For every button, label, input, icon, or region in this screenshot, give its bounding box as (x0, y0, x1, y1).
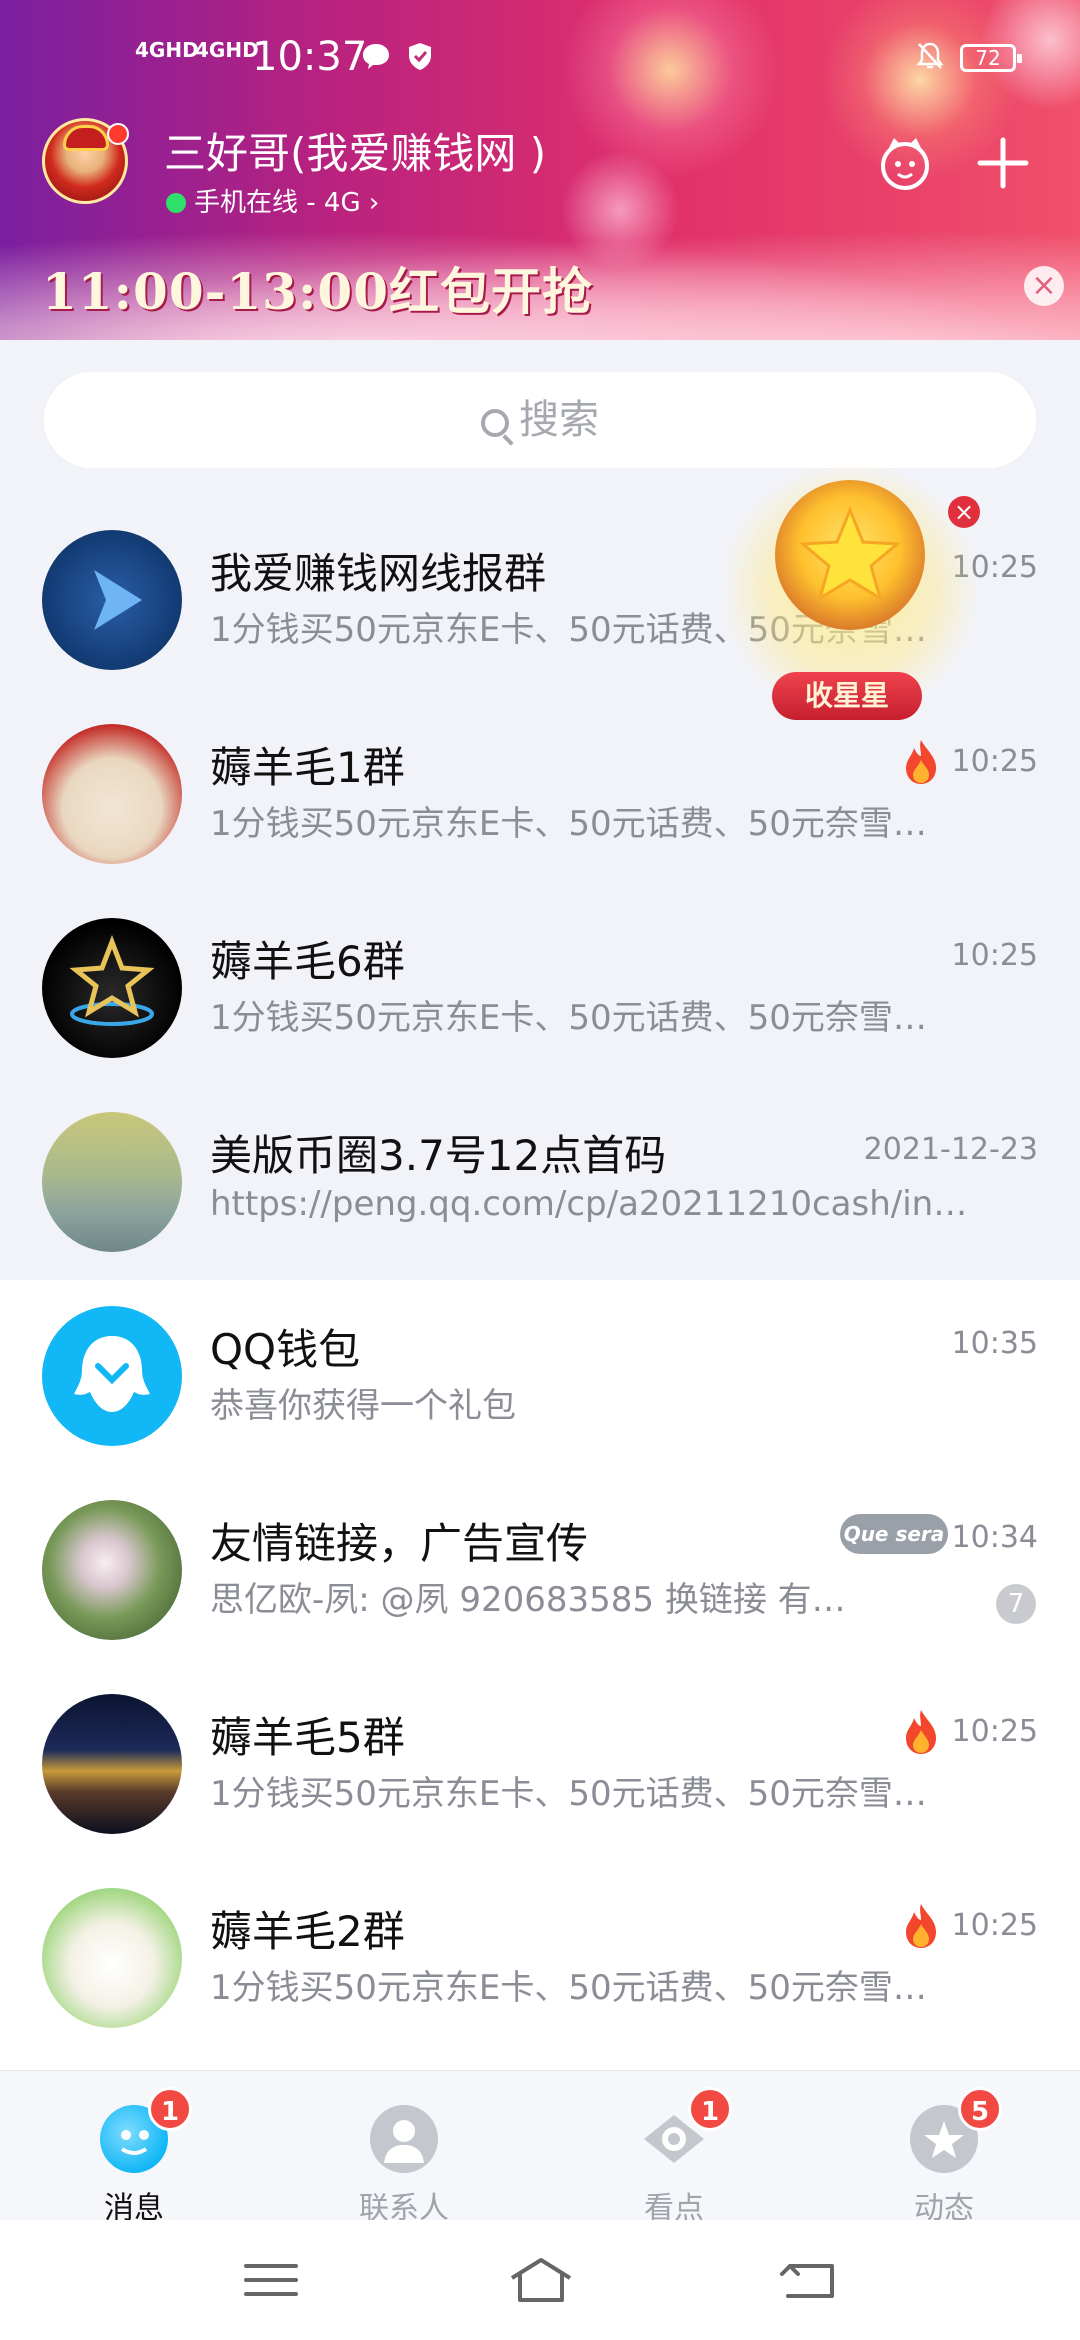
play-logo-icon (94, 570, 142, 630)
tab-discover[interactable]: 1 看点 (574, 2087, 774, 2226)
message-bubble-icon (363, 44, 389, 69)
chat-time: 10:35 (951, 1326, 1038, 1361)
tab-messages-badge: 1 (148, 2087, 192, 2131)
chat-avatar (42, 1112, 182, 1252)
red-packet-banner-text[interactable]: 11:00-13:00红包开抢 (42, 252, 593, 324)
add-icon[interactable] (970, 130, 1036, 196)
system-navigation-bar (0, 2220, 1080, 2340)
star-icon (799, 506, 901, 602)
contacts-icon (370, 2105, 438, 2173)
shield-icon (409, 43, 431, 70)
chat-row[interactable]: 薅羊毛5群 1分钱买50元京东E卡、50元话费、50元奈雪… 10:25 (0, 1664, 1080, 1858)
status-bar: 4GHD 4GHD 10:37 72 (0, 0, 1080, 110)
user-tag-badge: Que sera (840, 1514, 948, 1554)
menu-icon[interactable] (236, 2254, 306, 2306)
chat-preview: 1分钱买50元京东E卡、50元话费、50元奈雪… (210, 804, 927, 844)
chat-time: 10:25 (951, 1908, 1038, 1943)
network-indicator: 4GHD (135, 38, 199, 62)
chat-avatar (42, 1306, 182, 1446)
tab-moments[interactable]: 5 动态 (844, 2087, 1044, 2226)
back-icon[interactable] (776, 2254, 846, 2306)
chat-title: 美版币圈3.7号12点首码 (210, 1131, 667, 1180)
chat-time: 2021-12-23 (863, 1132, 1038, 1167)
chat-avatar (42, 1500, 182, 1640)
mascot-icon[interactable] (872, 130, 938, 196)
collect-stars-button[interactable]: 收星星 (772, 672, 922, 720)
chat-row[interactable]: 薅羊毛2群 1分钱买50元京东E卡、50元话费、50元奈雪… 10:25 (0, 1858, 1080, 2052)
fire-icon (906, 1710, 936, 1754)
chat-time: 10:34 (951, 1520, 1038, 1555)
chat-row[interactable]: 薅羊毛6群 1分钱买50元京东E卡、50元话费、50元奈雪… 10:25 (0, 888, 1080, 1082)
notification-off-icon (916, 42, 944, 69)
chat-time: 10:25 (951, 744, 1038, 779)
network-indicator-2: 4GHD (195, 38, 259, 62)
chat-time: 10:25 (951, 938, 1038, 973)
qq-wallet-logo-icon (74, 1336, 150, 1412)
collect-stars-widget[interactable]: 收星星 × (720, 440, 980, 730)
online-status[interactable]: 手机在线 - 4G › (166, 182, 379, 219)
unread-count-badge: 7 (996, 1584, 1036, 1624)
avatar-notification-dot (107, 123, 129, 145)
star-logo-icon (69, 935, 155, 1026)
chat-title: 薅羊毛1群 (210, 743, 405, 792)
chat-preview: 1分钱买50元京东E卡、50元话费、50元奈雪… (210, 998, 927, 1038)
chat-time: 10:25 (951, 1714, 1038, 1749)
chat-title: 我爱赚钱网线报群 (210, 549, 547, 598)
chat-avatar (42, 918, 182, 1058)
profile-avatar[interactable] (42, 118, 129, 204)
chat-preview: 思亿欧-夙: @夙 920683585 换链接 有… (210, 1580, 846, 1620)
battery-indicator: 72 (960, 44, 1022, 72)
chat-preview: 1分钱买50元京东E卡、50元话费、50元奈雪… (210, 1774, 927, 1814)
chat-avatar (42, 1694, 182, 1834)
clock: 10:37 (252, 34, 368, 80)
banner-close-icon[interactable]: × (1024, 266, 1064, 306)
chat-preview: 恭喜你获得一个礼包 (210, 1386, 516, 1426)
fire-icon (906, 740, 936, 784)
chat-title: QQ钱包 (210, 1325, 361, 1374)
chat-title: 薅羊毛5群 (210, 1713, 405, 1762)
tiger-mascot-icon (775, 480, 925, 630)
fire-icon (906, 1904, 936, 1948)
chat-preview: 1分钱买50元京东E卡、50元话费、50元奈雪… (210, 1968, 927, 2008)
chat-title: 友情链接，广告宣传 (210, 1519, 589, 1568)
header-banner: 4GHD 4GHD 10:37 72 三好哥(我爱赚钱网 ) 手机在线 - 4G… (0, 0, 1080, 340)
chat-row[interactable]: 美版币圈3.7号12点首码 https://peng.qq.com/cp/a20… (0, 1082, 1080, 1276)
chat-avatar (42, 724, 182, 864)
chat-title: 薅羊毛2群 (210, 1907, 405, 1956)
profile-nickname[interactable]: 三好哥(我爱赚钱网 ) (164, 120, 546, 181)
tab-moments-badge: 5 (958, 2087, 1002, 2131)
search-icon (481, 409, 509, 437)
online-dot-icon (166, 193, 186, 213)
chevron-right-icon: › (360, 188, 380, 218)
tab-messages[interactable]: 1 消息 (34, 2087, 234, 2226)
chat-row[interactable]: QQ钱包 恭喜你获得一个礼包 10:35 (0, 1276, 1080, 1470)
widget-close-icon[interactable]: × (948, 496, 980, 528)
bottom-tab-bar: 1 消息 联系人 1 看点 5 动态 (0, 2070, 1080, 2226)
chat-preview: https://peng.qq.com/cp/a20211210cash/in… (210, 1184, 968, 1224)
home-icon[interactable] (506, 2254, 576, 2306)
chat-avatar (42, 1888, 182, 2028)
chat-avatar (42, 530, 182, 670)
chat-row[interactable]: 友情链接，广告宣传 思亿欧-夙: @夙 920683585 换链接 有… Que… (0, 1470, 1080, 1664)
tab-discover-badge: 1 (688, 2087, 732, 2131)
search-placeholder: 搜索 (519, 397, 599, 443)
chat-title: 薅羊毛6群 (210, 937, 405, 986)
online-status-text: 手机在线 - 4G (194, 188, 361, 218)
tab-contacts[interactable]: 联系人 (304, 2087, 504, 2226)
